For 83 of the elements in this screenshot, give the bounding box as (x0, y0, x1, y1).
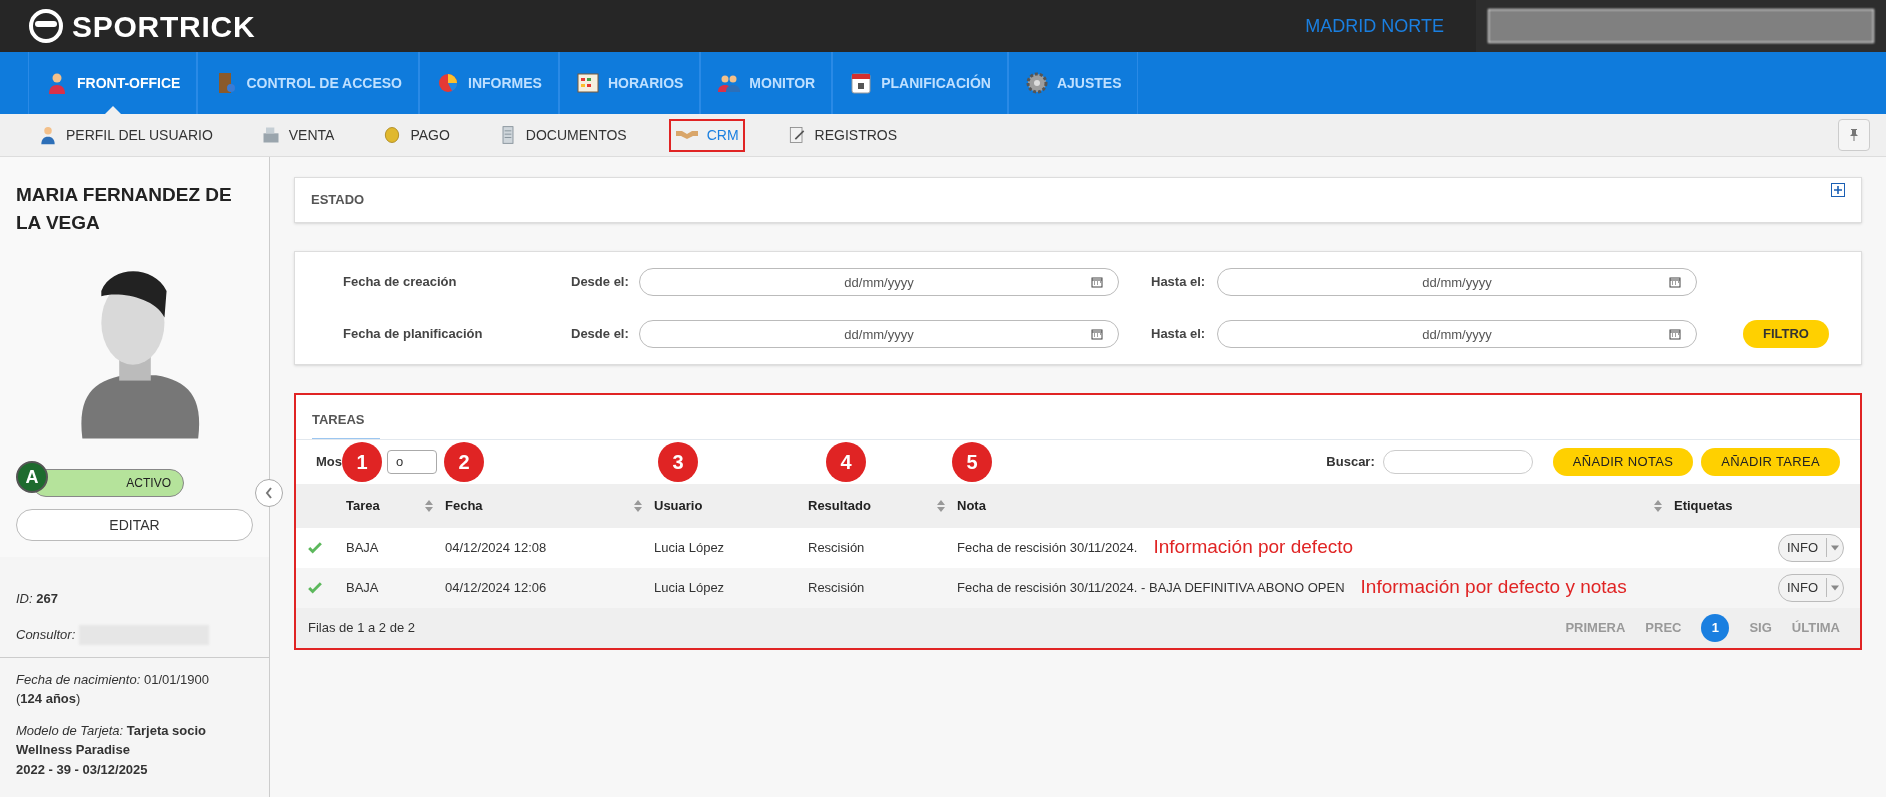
calendar-icon (575, 71, 600, 95)
rows-summary: Filas de 1 a 2 de 2 (308, 618, 415, 637)
search-field[interactable] (1382, 449, 1533, 474)
sort-icon[interactable] (937, 499, 945, 512)
field-label: Desde el: (571, 273, 630, 292)
caret-icon (1831, 584, 1839, 591)
table-cell-text: 04/12/2024 12:08 (445, 538, 548, 557)
caret-icon (1831, 544, 1839, 551)
table-cell-text: Fecha de rescisión 30/11/2024. - BAJA DEFINITIVA ABONO OPEN (957, 578, 1345, 597)
pin-icon (1849, 129, 1859, 141)
plus-icon (1834, 186, 1842, 194)
person-icon (38, 125, 58, 145)
table-cell-text: Lucia López (654, 578, 726, 597)
info-dropdown-button[interactable]: INFO (1777, 533, 1844, 562)
pie-chart-icon (436, 71, 460, 95)
calendar-icon[interactable] (1669, 328, 1681, 340)
sub-nav-tab[interactable]: CRM (668, 118, 745, 152)
chevron-left-icon (265, 487, 273, 499)
brand-logo (28, 8, 64, 44)
date-field[interactable]: dd/mm/yyyy (1217, 320, 1697, 348)
number-marker: 5 (952, 441, 992, 482)
column-header[interactable]: Tarea (346, 495, 445, 516)
sub-nav-tab[interactable]: REGISTROS (780, 118, 904, 152)
column-header[interactable]: Usuario (654, 495, 808, 516)
sub-nav-tab[interactable]: PAGO (376, 118, 456, 152)
column-header[interactable]: Fecha (445, 495, 654, 516)
date-field[interactable]: dd/mm/yyyy (1217, 268, 1697, 296)
annotation-text: Información por defecto (1153, 535, 1354, 560)
number-marker: 2 (444, 441, 484, 482)
field-label: Hasta el: (1151, 273, 1207, 292)
calendar-icon[interactable] (1669, 276, 1681, 288)
birth-date: Fecha de nacimiento: 01/01/1900 (124 años) (16, 670, 210, 708)
number-marker: 3 (658, 441, 698, 482)
brand-name: SPORTRICK (72, 8, 256, 45)
sort-icon[interactable] (425, 499, 433, 512)
filter-label: Fecha de creación (343, 273, 458, 292)
column-header[interactable]: Nota (957, 495, 1674, 516)
page-size-select[interactable]: o (387, 449, 437, 474)
edit-button[interactable]: EDITAR (16, 509, 253, 541)
handshake-icon (674, 130, 699, 140)
date-field[interactable]: dd/mm/yyyy (639, 268, 1119, 296)
tasks-tab[interactable]: TAREAS (312, 410, 381, 439)
id-line: ID: 267 (16, 590, 59, 608)
table-cell-text: BAJA (346, 538, 380, 557)
add-button[interactable]: AÑADIR TAREA (1701, 447, 1840, 476)
calendar-icon[interactable] (1091, 276, 1103, 288)
table-cell-text: 04/12/2024 12:06 (445, 578, 548, 597)
info-dropdown-button[interactable]: INFO (1777, 573, 1844, 602)
sort-icon[interactable] (1654, 499, 1662, 512)
calendar-page-icon (849, 71, 874, 95)
table-cell-text: Fecha de rescisión 30/11/2024. (957, 538, 1138, 557)
expand-button[interactable] (1831, 183, 1845, 197)
pin-button[interactable] (1838, 119, 1870, 151)
search-label: Buscar: (1326, 452, 1375, 471)
table-cell-text: BAJA (346, 578, 380, 597)
date-field[interactable]: dd/mm/yyyy (639, 320, 1119, 348)
field-label: Hasta el: (1151, 325, 1207, 344)
column-header[interactable]: Etiquetas (1674, 495, 1844, 516)
filter-label: Fecha de planificación (343, 325, 484, 344)
table-cell-text: Lucia López (654, 538, 726, 557)
table-cell-text: Rescisión (808, 578, 866, 597)
filter-button[interactable]: FILTRO (1743, 320, 1829, 348)
sub-nav-tab[interactable]: VENTA (254, 118, 341, 152)
consultor-label: Consultor: (16, 625, 76, 644)
card-model: Modelo de Tarjeta: Tarjeta socio Wellness Paradise 2022 - 39 - 03/12/2025 (16, 721, 208, 779)
number-marker: 1 (342, 441, 382, 482)
calendar-icon[interactable] (1091, 328, 1103, 340)
annotation-text: Información por defecto y notas (1360, 575, 1627, 600)
table-cell-text: Rescisión (808, 538, 866, 557)
sub-nav-tab[interactable]: DOCUMENTOS (491, 118, 633, 152)
number-marker: 4 (826, 441, 866, 482)
add-button[interactable]: AÑADIR NOTAS (1552, 447, 1694, 476)
pager-button[interactable]: 1 (1701, 613, 1730, 642)
member-name: MARIA FERNANDEZ DE LA VEGA (16, 183, 233, 235)
sub-nav-tab[interactable]: PERFIL DEL USUARIO (32, 118, 219, 152)
sort-icon[interactable] (634, 499, 642, 512)
panel-title: ESTADO (311, 191, 365, 210)
location-name[interactable]: MADRID NORTE (1305, 12, 1444, 40)
status-letter: A (16, 461, 48, 493)
field-label: Desde el: (571, 325, 630, 344)
gear-icon (1024, 71, 1049, 95)
show-label: Mos (316, 452, 342, 471)
column-header[interactable]: Resultado (808, 495, 957, 516)
